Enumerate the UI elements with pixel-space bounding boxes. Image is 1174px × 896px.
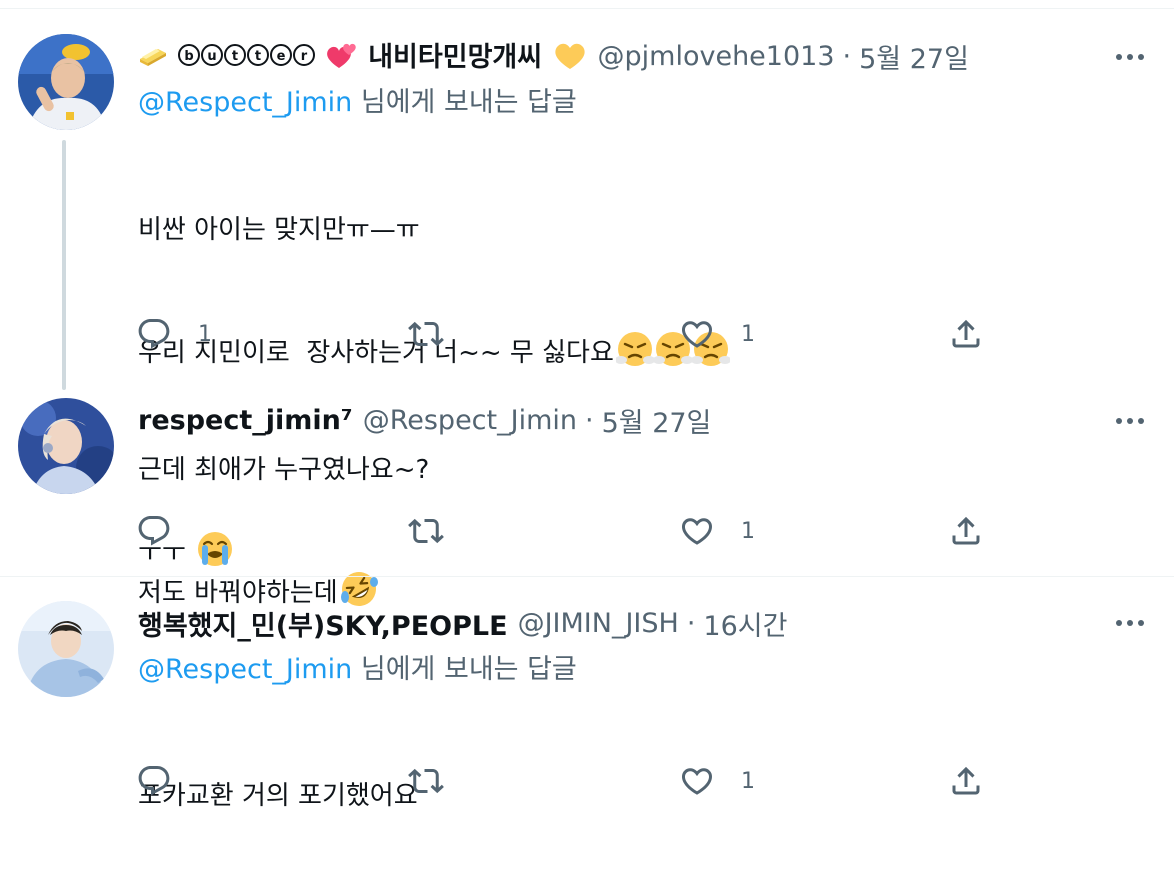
retweet-button[interactable]	[408, 314, 470, 354]
more-icon[interactable]	[1112, 611, 1148, 635]
yellow-heart-icon	[552, 40, 588, 77]
retweet-icon[interactable]	[408, 513, 444, 549]
tweet-actions: 1	[136, 511, 996, 551]
share-button[interactable]	[948, 314, 984, 354]
separator-dot: ·	[842, 40, 852, 72]
reply-count: 1	[198, 321, 212, 347]
svg-text:t: t	[232, 49, 238, 64]
mention-link[interactable]: @Respect_Jimin	[138, 87, 352, 118]
share-icon[interactable]	[948, 763, 984, 799]
thread-connector-line	[62, 140, 66, 390]
heart-icon[interactable]	[679, 513, 715, 549]
retweet-icon[interactable]	[408, 763, 444, 799]
avatar[interactable]	[18, 398, 114, 494]
reply-icon[interactable]	[136, 316, 172, 352]
tweet-actions: 1 1	[136, 314, 996, 354]
share-icon[interactable]	[948, 513, 984, 549]
user-handle[interactable]: @pjmlovehe1013	[598, 41, 835, 72]
share-button[interactable]	[948, 511, 984, 551]
tweet-actions: 1	[136, 761, 996, 801]
svg-text:e: e	[277, 49, 286, 64]
avatar[interactable]	[18, 34, 114, 130]
tweet-text-line: 비싼 아이는 맞지만ㅠ—ㅠ	[138, 210, 730, 250]
svg-text:r: r	[301, 49, 308, 64]
display-name[interactable]: b u t t e r 내비타민망개씨	[138, 35, 588, 77]
tweet-header: 행복했지_민(부)SKY,PEOPLE @JIMIN_JISH · 16시간	[138, 603, 787, 643]
reply-icon[interactable]	[136, 513, 172, 549]
reply-button[interactable]: 1	[136, 314, 212, 354]
mention-link[interactable]: @Respect_Jimin	[138, 654, 352, 685]
two-hearts-icon	[325, 40, 359, 77]
share-button[interactable]	[948, 761, 984, 801]
reply-button[interactable]	[136, 511, 198, 551]
tweet-text-line-1: 비싼 아이는 맞지만ㅠ—ㅠ	[138, 215, 420, 245]
display-name-text: 내비타민망개씨	[368, 42, 543, 73]
tweet-header: b u t t e r 내비타민망개씨 @pjmlovehe1013 · 5월 …	[138, 36, 969, 76]
retweet-icon[interactable]	[408, 316, 444, 352]
user-handle[interactable]: @JIMIN_JISH	[518, 608, 679, 639]
more-icon[interactable]	[1112, 45, 1148, 69]
replying-to: @Respect_Jimin 님에게 보내는 답글	[138, 651, 577, 689]
heart-icon[interactable]	[679, 316, 715, 352]
svg-text:t: t	[255, 49, 261, 64]
like-button[interactable]: 1	[679, 511, 755, 551]
like-count: 1	[741, 518, 755, 544]
timestamp[interactable]: 5월 27일	[859, 37, 969, 76]
tweet-header: respect_jimin⁷ @Respect_Jimin · 5월 27일	[138, 400, 711, 440]
like-button[interactable]: 1	[679, 761, 755, 801]
reply-button[interactable]	[136, 761, 198, 801]
retweet-button[interactable]	[408, 511, 470, 551]
butter-circled-letters: b u t t e r	[177, 42, 316, 75]
more-icon[interactable]	[1112, 409, 1148, 433]
tweet-3[interactable]: 행복했지_민(부)SKY,PEOPLE @JIMIN_JISH · 16시간 @…	[0, 577, 1174, 812]
svg-text:u: u	[208, 49, 217, 64]
heart-icon[interactable]	[679, 763, 715, 799]
display-name[interactable]: respect_jimin⁷	[138, 405, 353, 436]
user-handle[interactable]: @Respect_Jimin	[363, 405, 577, 436]
replying-to-suffix: 님에게 보내는 답글	[352, 654, 577, 685]
like-count: 1	[741, 768, 755, 794]
tweet-2[interactable]: respect_jimin⁷ @Respect_Jimin · 5월 27일 ㅜ…	[0, 390, 1174, 576]
like-button[interactable]: 1	[679, 314, 755, 354]
reply-icon[interactable]	[136, 763, 172, 799]
replying-to: @Respect_Jimin 님에게 보내는 답글	[138, 84, 577, 122]
separator-dot: ·	[686, 607, 696, 639]
like-count: 1	[741, 321, 755, 347]
display-name[interactable]: 행복했지_민(부)SKY,PEOPLE	[138, 604, 508, 643]
separator-dot: ·	[585, 404, 594, 436]
butter-icon	[138, 43, 168, 74]
timestamp[interactable]: 5월 27일	[602, 401, 712, 440]
replying-to-suffix: 님에게 보내는 답글	[352, 87, 577, 118]
retweet-button[interactable]	[408, 761, 470, 801]
share-icon[interactable]	[948, 316, 984, 352]
tweet-1[interactable]: b u t t e r 내비타민망개씨 @pjmlovehe1013 · 5월 …	[0, 0, 1174, 608]
timestamp[interactable]: 16시간	[703, 604, 787, 643]
svg-text:b: b	[185, 49, 194, 64]
avatar[interactable]	[18, 601, 114, 697]
